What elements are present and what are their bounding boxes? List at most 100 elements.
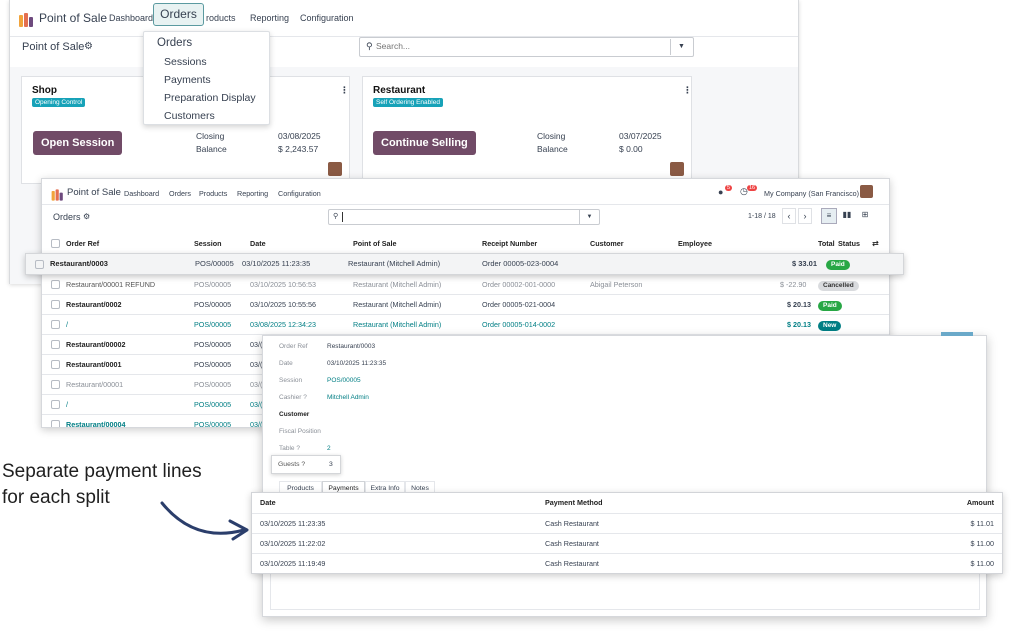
row-checkbox[interactable] [51, 420, 60, 427]
continue-selling-button[interactable]: Continue Selling [373, 131, 476, 155]
col-receipt-number[interactable]: Receipt Number [482, 234, 537, 254]
avatar[interactable] [328, 162, 342, 176]
closing-label: Closing [196, 131, 225, 141]
gear-icon[interactable]: ⚙ [84, 41, 93, 52]
select-all-checkbox[interactable] [51, 239, 60, 248]
search-bar[interactable]: ⚲ ▼ [328, 209, 600, 225]
row-checkbox[interactable] [51, 360, 60, 369]
avatar[interactable] [670, 162, 684, 176]
col-payment-method[interactable]: Payment Method [545, 493, 603, 513]
col-employee[interactable]: Employee [678, 234, 712, 254]
pos-logo-icon [51, 189, 65, 201]
total: $ 20.13 [787, 320, 811, 329]
column-settings-icon[interactable]: ⇄ [872, 234, 879, 254]
nav-dashboard[interactable]: Dashboard [109, 13, 153, 23]
nav-orders-highlight[interactable]: Orders [153, 3, 204, 26]
company-switcher[interactable]: My Company (San Francisco) [764, 189, 859, 198]
app-name[interactable]: Point of Sale [67, 187, 121, 198]
date: 03/( [250, 400, 263, 409]
nav-dashboard[interactable]: Dashboard [124, 189, 159, 198]
menu-item-orders[interactable]: Orders [144, 33, 269, 53]
nav-reporting[interactable]: Reporting [237, 189, 268, 198]
payment-row[interactable]: 03/10/2025 11:22:02 Cash Restaurant $ 11… [252, 533, 1002, 553]
nav-reporting[interactable]: Reporting [250, 13, 289, 23]
point-of-sale: Restaurant (Mitchell Admin) [353, 300, 442, 309]
table-row[interactable]: / POS/00005 03/08/2025 12:34:23 Restaura… [42, 314, 889, 334]
col-total[interactable]: Total [818, 234, 835, 254]
pivot-view-icon[interactable]: ⊞ [857, 208, 873, 224]
search-bar[interactable]: ⚲ ▼ [359, 37, 694, 57]
col-date[interactable]: Date [260, 493, 276, 513]
search-input[interactable] [376, 41, 666, 51]
session-link[interactable]: POS/00005 [327, 373, 361, 389]
search-input[interactable] [342, 212, 343, 222]
payment-amount: $ 11.01 [970, 519, 994, 528]
col-status[interactable]: Status [838, 234, 860, 254]
list-view-icon[interactable]: ≡ [821, 208, 837, 224]
chat-icon[interactable]: ● [718, 187, 723, 197]
receipt-number: Order 00005-021-0004 [482, 300, 556, 309]
row-checkbox[interactable] [51, 300, 60, 309]
nav-products[interactable]: roducts [206, 13, 236, 23]
restaurant-name[interactable]: Restaurant [373, 85, 425, 96]
payments-table: Date Payment Method Amount 03/10/2025 11… [251, 492, 1003, 574]
nav-configuration[interactable]: Configuration [300, 13, 354, 23]
payment-method: Cash Restaurant [545, 519, 599, 528]
col-customer[interactable]: Customer [590, 234, 624, 254]
col-amount[interactable]: Amount [967, 493, 994, 513]
pager[interactable]: 1-18 / 18 [748, 213, 776, 220]
chevron-down-icon[interactable]: ▼ [670, 39, 692, 55]
closing-label: Closing [537, 131, 566, 141]
order-ref-value[interactable]: Restaurant/0003 [327, 339, 375, 355]
pager-next-button[interactable]: › [798, 208, 812, 224]
field-label: Fiscal Position [279, 428, 321, 435]
date: 03/( [250, 340, 263, 349]
col-order-ref[interactable]: Order Ref [66, 234, 99, 254]
app-name[interactable]: Point of Sale [39, 11, 107, 25]
payment-row[interactable]: 03/10/2025 11:19:49 Cash Restaurant $ 11… [252, 553, 1002, 573]
row-checkbox[interactable] [51, 340, 60, 349]
order-ref: Restaurant/0001 [66, 360, 122, 369]
row-checkbox[interactable] [35, 260, 44, 269]
kebab-menu-icon[interactable]: ⋮ [340, 85, 349, 96]
row-checkbox[interactable] [51, 400, 60, 409]
row-checkbox[interactable] [51, 380, 60, 389]
payment-amount: $ 11.00 [970, 539, 994, 548]
menu-item-sessions[interactable]: Sessions [144, 53, 269, 71]
nav-orders[interactable]: Orders [169, 189, 191, 198]
receipt-number: Order 00005-014-0002 [482, 320, 556, 329]
table-row[interactable]: Restaurant/00001 REFUND POS/00005 03/10/… [42, 274, 889, 294]
kebab-menu-icon[interactable]: ⋮ [683, 85, 692, 96]
menu-item-preparation-display[interactable]: Preparation Display [144, 89, 269, 107]
date: 03/08/2025 12:34:23 [250, 320, 316, 329]
row-checkbox[interactable] [51, 280, 60, 289]
shop-name[interactable]: Shop [32, 85, 57, 96]
row-checkbox[interactable] [51, 320, 60, 329]
avatar[interactable] [860, 185, 873, 198]
pos-logo-icon [19, 12, 35, 27]
kanban-view-icon[interactable]: ▮▮ [839, 208, 855, 224]
col-date[interactable]: Date [250, 234, 266, 254]
status-badge: Paid [818, 301, 842, 311]
gear-icon[interactable]: ⚙ [83, 212, 90, 221]
date-value[interactable]: 03/10/2025 11:23:35 [327, 356, 386, 372]
cashier-link[interactable]: Mitchell Admin [327, 390, 369, 406]
menu-item-payments[interactable]: Payments [144, 71, 269, 89]
col-session[interactable]: Session [194, 234, 222, 254]
order-ref: / [66, 400, 68, 409]
chevron-down-icon[interactable]: ▼ [579, 210, 599, 224]
table-row[interactable]: Restaurant/0002 POS/00005 03/10/2025 10:… [42, 294, 889, 314]
highlighted-order-row[interactable]: Restaurant/0003 POS/00005 03/10/2025 11:… [25, 253, 904, 275]
total: $ 33.01 [792, 259, 818, 268]
payment-row[interactable]: 03/10/2025 11:23:35 Cash Restaurant $ 11… [252, 513, 1002, 533]
payment-date: 03/10/2025 11:19:49 [260, 559, 326, 568]
open-session-button[interactable]: Open Session [33, 131, 123, 155]
menu-item-customers[interactable]: Customers [144, 107, 269, 125]
nav-configuration[interactable]: Configuration [278, 189, 321, 198]
pager-prev-button[interactable]: ‹ [782, 208, 796, 224]
nav-products[interactable]: Products [199, 189, 227, 198]
point-of-sale: Restaurant (Mitchell Admin) [353, 320, 442, 329]
order-ref: Restaurant/0002 [66, 300, 122, 309]
guests-field[interactable]: Guests ? 3 [271, 455, 341, 474]
col-point-of-sale[interactable]: Point of Sale [353, 234, 397, 254]
